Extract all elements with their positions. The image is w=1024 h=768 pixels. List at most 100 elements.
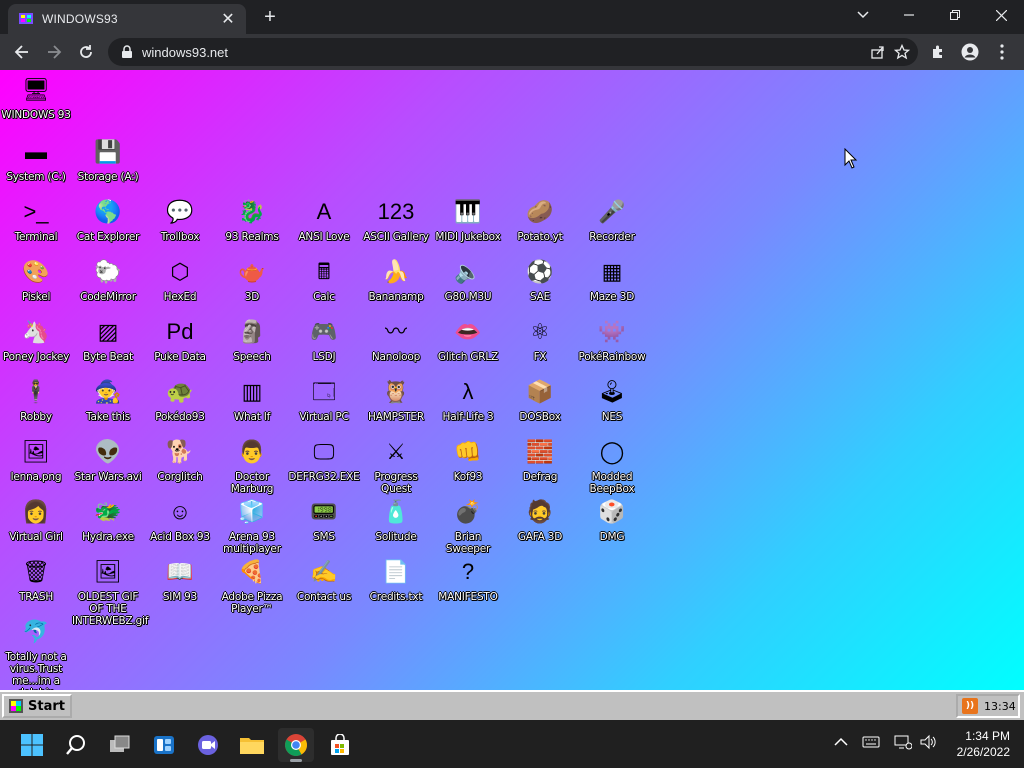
desktop-icon[interactable]: 🎹 MIDI Jukebox (432, 196, 504, 243)
desktop-icon[interactable]: 🧙 Take this (72, 376, 144, 423)
task-view-button[interactable] (102, 728, 138, 762)
desktop-icon[interactable]: 🫖 3D (216, 256, 288, 303)
tab-close-icon[interactable]: ✕ (220, 9, 236, 29)
desktop-icon[interactable]: 🖩 Calc (288, 256, 360, 303)
desktop-icon[interactable]: 〰 Nanoloop (360, 316, 432, 363)
desktop-icon[interactable]: 👾 PokéRainbow (576, 316, 648, 363)
desktop-icon[interactable]: 🐑 CodeMirror (72, 256, 144, 303)
desktop-icon[interactable]: A ANSI Love (288, 196, 360, 243)
desktop-icon[interactable]: 📄 Credits.txt (360, 556, 432, 603)
desktop-icon[interactable]: 💣 Brian Sweeper (432, 496, 504, 555)
chrome-button[interactable] (278, 728, 314, 762)
desktop-icon[interactable]: 📟 SMS (288, 496, 360, 543)
desktop-icon[interactable]: 🎮 LSDJ (288, 316, 360, 363)
reload-button[interactable] (70, 38, 102, 66)
desktop-icon[interactable]: 🎤 Recorder (576, 196, 648, 243)
desktop-icon[interactable]: 🧔 GAFA 3D (504, 496, 576, 543)
system-clock[interactable]: 1:34 PM 2/26/2022 (957, 728, 1010, 760)
desktop-icon[interactable]: λ Half-Life 3 (432, 376, 504, 423)
desktop-icon[interactable]: 👩 Virtual Girl (0, 496, 72, 543)
desktop-icon[interactable]: 🔈 G80.M3U (432, 256, 504, 303)
new-tab-button[interactable]: + (258, 6, 282, 30)
desktop-icon[interactable]: 📖 SIM 93 (144, 556, 216, 603)
desktop-icon[interactable]: 🌎 Cat Explorer (72, 196, 144, 243)
windows93-desktop[interactable]: 🖥 WINDOWS 93 ▬ System (C:) 💾 Storage (A:) >_ Te… (0, 70, 1024, 690)
desktop-icon[interactable]: 🎨 Piskel (0, 256, 72, 303)
windows-start-button[interactable] (14, 728, 50, 762)
desktop-icon[interactable]: ▨ Byte Beat (72, 316, 144, 363)
app-icon: ? (461, 559, 475, 584)
desktop-icon[interactable]: ⬡ HexEd (144, 256, 216, 303)
search-button[interactable] (58, 728, 94, 762)
desktop-icon[interactable]: 🗔 Virtual PC (288, 376, 360, 423)
chevron-up-icon[interactable] (834, 737, 848, 747)
desktop-icon[interactable]: ◯ Modded BeepBox (576, 436, 648, 495)
desktop-icon[interactable]: 👽 Star Wars.avi (72, 436, 144, 483)
tab-search-button[interactable] (840, 0, 886, 30)
desktop-icon-label: SAE (529, 291, 551, 303)
file-explorer-button[interactable] (234, 728, 270, 762)
desktop-icon[interactable]: ⚔ Progress Quest (360, 436, 432, 495)
desktop-icon[interactable]: Pd Puke Data (144, 316, 216, 363)
profile-button[interactable] (954, 38, 986, 66)
desktop-icon[interactable]: 🗑 TRASH (0, 556, 72, 603)
address-bar[interactable]: windows93.net (108, 38, 918, 66)
extensions-button[interactable] (922, 38, 954, 66)
menu-button[interactable] (986, 38, 1018, 66)
desktop-icon[interactable]: 🦉 HAMPSTER (360, 376, 432, 423)
keyboard-icon[interactable] (862, 735, 880, 749)
desktop-icon[interactable]: 🖼 lenna.png (0, 436, 72, 483)
desktop-icon[interactable]: 🎲 DMG (576, 496, 648, 543)
desktop-icon[interactable]: 💬 Trollbox (144, 196, 216, 243)
desktop-icon[interactable]: 👊 Kof93 (432, 436, 504, 483)
desktop-icon[interactable]: ? MANIFESTO (432, 556, 504, 603)
desktop-icon[interactable]: 🐲 Hydra.exe (72, 496, 144, 543)
desktop-icon[interactable]: 🐬 Totally not a virus.Trust me...im a dol… (0, 616, 72, 690)
desktop-icon[interactable]: ✍ Contact us (288, 556, 360, 603)
desktop-icon[interactable]: ▬ System (C:) (0, 136, 72, 183)
widgets-button[interactable] (146, 728, 182, 762)
restore-button[interactable] (932, 0, 978, 30)
desktop-icon[interactable]: 🕴 Robby (0, 376, 72, 423)
desktop-icon[interactable]: 🐢 Pokédo93 (144, 376, 216, 423)
close-window-button[interactable] (978, 0, 1024, 30)
desktop-icon[interactable]: ☺ Acid Box 93 (144, 496, 216, 543)
desktop-icon[interactable]: 🐉 93 Realms (216, 196, 288, 243)
desktop-icon[interactable]: 🖵 DEFRG32.EXE (288, 436, 360, 483)
desktop-icon[interactable]: 🗿 Speech (216, 316, 288, 363)
minimize-button[interactable] (886, 0, 932, 30)
teams-chat-button[interactable] (190, 728, 226, 762)
start-button[interactable]: Start (2, 694, 72, 718)
desktop-icon[interactable]: 🧴 Solitude (360, 496, 432, 543)
rss-feed-icon[interactable]: )) (962, 698, 978, 714)
desktop-icon[interactable]: 🕹 NES (576, 376, 648, 423)
desktop-icon[interactable]: 123 ASCII Gallery (360, 196, 432, 243)
desktop-icon[interactable]: 🦄 Poney Jockey (0, 316, 72, 363)
browser-tab[interactable]: WINDOWS93 ✕ (8, 4, 246, 34)
desktop-icon[interactable]: 🖼 OLDEST GIF OF THE INTERWEBZ.gif (72, 556, 149, 627)
desktop-icon[interactable]: 👄 Glitch GRLZ (432, 316, 504, 363)
share-icon[interactable] (870, 44, 886, 60)
network-icon[interactable] (894, 734, 912, 750)
bookmark-star-icon[interactable] (894, 44, 910, 60)
desktop-icon[interactable]: ⚽ SAE (504, 256, 576, 303)
desktop-icon[interactable]: 💾 Storage (A:) (72, 136, 144, 183)
desktop-icon[interactable]: 🖥 WINDOWS 93 (0, 74, 72, 121)
volume-icon[interactable] (920, 734, 938, 750)
desktop-icon[interactable]: 🥔 Potato.yt (504, 196, 576, 243)
desktop-icon[interactable]: 🐕 Corglitch (144, 436, 216, 483)
desktop-icon[interactable]: >_ Terminal (0, 196, 72, 243)
microsoft-store-button[interactable] (322, 728, 358, 762)
desktop-icon[interactable]: 🍕 Adobe Pizza Player™ (216, 556, 288, 615)
desktop-icon[interactable]: 📦 DOSBox (504, 376, 576, 423)
desktop-icon[interactable]: 🍌 Bananamp (360, 256, 432, 303)
desktop-icon[interactable]: 👨 Doctor Marburg (216, 436, 288, 495)
desktop-icon-label: Star Wars.avi (74, 471, 142, 483)
desktop-icon[interactable]: ▦ Maze 3D (576, 256, 648, 303)
desktop-icon[interactable]: 🧱 Defrag (504, 436, 576, 483)
desktop-icon[interactable]: 🧊 Arena 93 multiplayer (216, 496, 288, 555)
back-button[interactable] (6, 38, 38, 66)
forward-button[interactable] (38, 38, 70, 66)
desktop-icon[interactable]: ▥ What If (216, 376, 288, 423)
desktop-icon[interactable]: ⚛ FX (504, 316, 576, 363)
